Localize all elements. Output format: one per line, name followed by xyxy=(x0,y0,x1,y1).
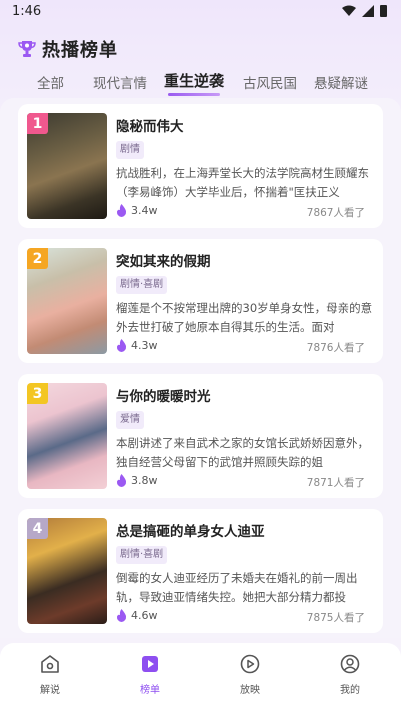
ranking-icon xyxy=(142,656,158,672)
status-bar: 1:46 xyxy=(0,0,401,24)
likes-count: 3.4w xyxy=(131,204,158,217)
signal-icon xyxy=(362,5,374,17)
list-item[interactable]: 3 与你的暖暖时光 爱情 本剧讲述了来自武术之家的女馆长武娇娇因意外，独自经营父… xyxy=(18,374,383,498)
nav-label: 我的 xyxy=(340,685,360,696)
rank-badge: 3 xyxy=(27,383,48,404)
profile-icon xyxy=(340,654,360,674)
tab-period[interactable]: 古风民国 xyxy=(243,72,297,92)
watch-count: 7871人看了 xyxy=(306,477,365,489)
status-icons xyxy=(342,5,387,17)
home-icon xyxy=(41,655,59,673)
tab-mystery[interactable]: 悬疑解谜 xyxy=(314,72,368,92)
tab-modern-romance[interactable]: 现代言情 xyxy=(93,72,147,92)
likes: 4.3w xyxy=(116,339,158,352)
wifi-icon xyxy=(342,5,356,16)
likes-count: 3.8w xyxy=(131,474,158,487)
item-description: 本剧讲述了来自武术之家的女馆长武娇娇因意外，独自经营父母留下的武馆并照顾失踪的姐 xyxy=(116,436,369,469)
genre-tag: 爱情 xyxy=(116,411,144,429)
list-item[interactable]: 1 隐秘而伟大 剧情 抗战胜利，在上海弄堂长大的法学院高材生顾耀东（李易峰饰）大… xyxy=(18,104,383,228)
tab-rebirth[interactable]: 重生逆袭 xyxy=(164,70,224,96)
poster-image: 3 xyxy=(27,383,107,489)
tab-all[interactable]: 全部 xyxy=(37,72,64,92)
bottom-navigation: 解说 榜单 放映 我的 xyxy=(0,643,401,713)
rank-badge: 2 xyxy=(27,248,48,269)
nav-label: 放映 xyxy=(240,685,260,696)
item-description: 榴莲是个不按常理出牌的30岁单身女性，母亲的意外去世打破了她原本自得其乐的生活。… xyxy=(116,301,373,334)
likes-count: 4.6w xyxy=(131,609,158,622)
likes: 3.8w xyxy=(116,474,158,487)
item-description: 倒霉的女人迪亚经历了未婚夫在婚礼的前一周出轨，导致迪亚情绪失控。她把大部分精力都… xyxy=(116,571,358,604)
likes: 4.6w xyxy=(116,609,158,622)
trophy-icon xyxy=(18,41,36,57)
watch-count: 7875人看了 xyxy=(306,612,365,624)
nav-item-profile[interactable]: 我的 xyxy=(320,653,380,696)
nav-item-screening[interactable]: 放映 xyxy=(220,653,280,696)
status-time: 1:46 xyxy=(12,4,42,19)
likes-count: 4.3w xyxy=(131,339,158,352)
list-item[interactable]: 4 总是搞砸的单身女人迪亚 剧情·喜剧 倒霉的女人迪亚经历了未婚夫在婚礼的前一周… xyxy=(18,509,383,633)
item-title: 突如其来的假期 xyxy=(116,254,211,270)
category-tabs: 全部 现代言情 重生逆袭 古风民国 悬疑解谜 xyxy=(0,70,401,96)
nav-item-ranking[interactable]: 榜单 xyxy=(120,653,180,696)
nav-item-commentary[interactable]: 解说 xyxy=(20,653,80,696)
list-item[interactable]: 2 突如其来的假期 剧情·喜剧 榴莲是个不按常理出牌的30岁单身女性，母亲的意外… xyxy=(18,239,383,363)
watch-count: 7867人看了 xyxy=(306,207,365,219)
battery-icon xyxy=(380,5,387,17)
page-title: 热播榜单 xyxy=(42,40,118,61)
rank-badge: 1 xyxy=(27,113,48,134)
flame-icon xyxy=(116,204,127,217)
poster-image: 2 xyxy=(27,248,107,354)
likes: 3.4w xyxy=(116,204,158,217)
poster-image: 4 xyxy=(27,518,107,624)
flame-icon xyxy=(116,339,127,352)
item-title: 隐秘而伟大 xyxy=(116,119,184,135)
genre-tag: 剧情 xyxy=(116,141,144,159)
flame-icon xyxy=(116,609,127,622)
item-title: 总是搞砸的单身女人迪亚 xyxy=(116,524,265,540)
nav-label: 解说 xyxy=(40,685,60,696)
page-header: 热播榜单 xyxy=(18,36,118,62)
play-icon xyxy=(240,654,260,674)
item-title: 与你的暖暖时光 xyxy=(116,389,211,405)
genre-tag: 剧情·喜剧 xyxy=(116,276,168,294)
item-description: 抗战胜利，在上海弄堂长大的法学院高材生顾耀东（李易峰饰）大学毕业后，怀揣着"匡扶… xyxy=(116,166,369,199)
rank-badge: 4 xyxy=(27,518,48,539)
flame-icon xyxy=(116,474,127,487)
watch-count: 7876人看了 xyxy=(306,342,365,354)
poster-image: 1 xyxy=(27,113,107,219)
genre-tag: 剧情·喜剧 xyxy=(116,546,168,564)
nav-label: 榜单 xyxy=(140,685,160,696)
ranking-list: 1 隐秘而伟大 剧情 抗战胜利，在上海弄堂长大的法学院高材生顾耀东（李易峰饰）大… xyxy=(0,98,401,638)
